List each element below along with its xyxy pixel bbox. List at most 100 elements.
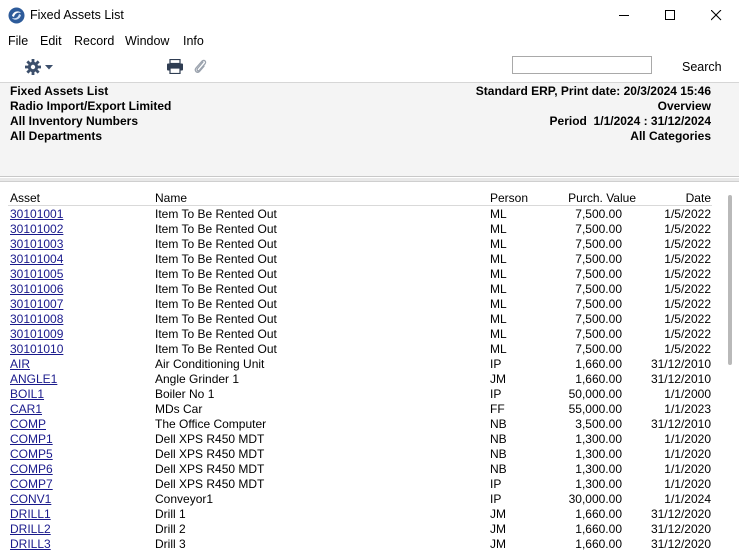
asset-date: 1/5/2022: [664, 312, 711, 326]
asset-person: ML: [490, 312, 507, 326]
asset-date: 1/5/2022: [664, 327, 711, 341]
table-row[interactable]: BOIL1 Boiler No 1 IP 50,000.00 1/1/2000: [0, 387, 739, 402]
asset-purch-value: 30,000.00: [568, 492, 622, 506]
asset-code-link[interactable]: 30101003: [10, 237, 63, 251]
table-row[interactable]: COMP The Office Computer NB 3,500.00 31/12/2…: [0, 417, 739, 432]
menu-edit[interactable]: Edit: [40, 34, 62, 48]
table-row[interactable]: 30101008 Item To Be Rented Out ML 7,500.00 1…: [0, 312, 739, 327]
asset-purch-value: 50,000.00: [568, 387, 622, 401]
report-header: Fixed Assets List Radio Import/Export Li…: [0, 83, 739, 177]
attachment-icon[interactable]: [193, 58, 207, 75]
asset-code-link[interactable]: 30101005: [10, 267, 63, 281]
column-header-person: Person: [490, 191, 529, 205]
asset-name: Dell XPS R450 MDT: [155, 477, 265, 491]
report-title: Fixed Assets List: [10, 84, 109, 98]
asset-code-link[interactable]: DRILL3: [10, 537, 51, 551]
table-row[interactable]: 30101010 Item To Be Rented Out ML 7,500.00 1…: [0, 342, 739, 357]
asset-person: IP: [490, 357, 502, 371]
asset-name: Boiler No 1: [155, 387, 215, 401]
minimize-icon: [618, 15, 629, 16]
search-button[interactable]: Search: [682, 60, 722, 74]
asset-code-link[interactable]: 30101002: [10, 222, 63, 236]
asset-code-link[interactable]: 30101006: [10, 282, 63, 296]
maximize-button[interactable]: [647, 0, 693, 31]
table-row[interactable]: 30101009 Item To Be Rented Out ML 7,500.00 1…: [0, 327, 739, 342]
menu-file[interactable]: File: [8, 34, 28, 48]
table-row[interactable]: 30101002 Item To Be Rented Out ML 7,500.00 1…: [0, 222, 739, 237]
asset-name: Item To Be Rented Out: [155, 252, 277, 266]
asset-person: NB: [490, 432, 507, 446]
asset-date: 1/5/2022: [664, 342, 711, 356]
asset-code-link[interactable]: DRILL1: [10, 507, 51, 521]
asset-code-link[interactable]: 30101009: [10, 327, 63, 341]
asset-code-link[interactable]: CAR1: [10, 402, 42, 416]
asset-code-link[interactable]: ANGLE1: [10, 372, 57, 386]
maximize-icon: [664, 10, 675, 20]
table-row[interactable]: 30101006 Item To Be Rented Out ML 7,500.00 1…: [0, 282, 739, 297]
asset-code-link[interactable]: 30101001: [10, 207, 63, 221]
table-row[interactable]: AIR Air Conditioning Unit IP 1,660.00 31/12/…: [0, 357, 739, 372]
table-row[interactable]: 30101004 Item To Be Rented Out ML 7,500.00 1…: [0, 252, 739, 267]
table-row[interactable]: 30101001 Item To Be Rented Out ML 7,500.00 1…: [0, 207, 739, 222]
table-row[interactable]: 30101005 Item To Be Rented Out ML 7,500.00 1…: [0, 267, 739, 282]
table-row[interactable]: DRILL3 Drill 3 JM 1,660.00 31/12/2020: [0, 537, 739, 552]
asset-purch-value: 3,500.00: [575, 417, 622, 431]
asset-purch-value: 55,000.00: [568, 402, 622, 416]
asset-date: 1/1/2020: [664, 447, 711, 461]
asset-name: Item To Be Rented Out: [155, 297, 277, 311]
print-info: Standard ERP, Print date: 20/3/2024 15:4…: [475, 84, 711, 98]
table-row[interactable]: COMP6 Dell XPS R450 MDT NB 1,300.00 1/1/2020: [0, 462, 739, 477]
inventory-filter: All Inventory Numbers: [10, 114, 139, 128]
operations-menu-button[interactable]: [24, 58, 56, 76]
table-row[interactable]: COMP5 Dell XPS R450 MDT NB 1,300.00 1/1/2020: [0, 447, 739, 462]
asset-person: ML: [490, 207, 507, 221]
table-row[interactable]: 30101003 Item To Be Rented Out ML 7,500.00 1…: [0, 237, 739, 252]
table-row[interactable]: CONV1 Conveyor1 IP 30,000.00 1/1/2024: [0, 492, 739, 507]
asset-purch-value: 1,300.00: [575, 432, 622, 446]
minimize-button[interactable]: [601, 0, 647, 31]
asset-code-link[interactable]: COMP7: [10, 477, 53, 491]
asset-code-link[interactable]: BOIL1: [10, 387, 44, 401]
table-row[interactable]: DRILL2 Drill 2 JM 1,660.00 31/12/2020: [0, 522, 739, 537]
table-row[interactable]: COMP7 Dell XPS R450 MDT IP 1,300.00 1/1/2020: [0, 477, 739, 492]
asset-code-link[interactable]: 30101010: [10, 342, 63, 356]
asset-code-link[interactable]: COMP6: [10, 462, 53, 476]
table-row[interactable]: ANGLE1 Angle Grinder 1 JM 1,660.00 31/12/201…: [0, 372, 739, 387]
asset-code-link[interactable]: CONV1: [10, 492, 51, 506]
vertical-scrollbar[interactable]: [728, 195, 732, 365]
asset-date: 1/5/2022: [664, 207, 711, 221]
table-row[interactable]: CAR1 MDs Car FF 55,000.00 1/1/2023: [0, 402, 739, 417]
report-period: Period 1/1/2024 : 31/12/2024: [549, 114, 711, 128]
menu-record[interactable]: Record: [74, 34, 114, 48]
asset-code-link[interactable]: COMP: [10, 417, 46, 431]
menu-info[interactable]: Info: [183, 34, 204, 48]
asset-person: ML: [490, 252, 507, 266]
asset-date: 1/5/2022: [664, 297, 711, 311]
panel-splitter[interactable]: [0, 178, 739, 182]
asset-code-link[interactable]: DRILL2: [10, 522, 51, 536]
asset-code-link[interactable]: 30101008: [10, 312, 63, 326]
asset-name: Item To Be Rented Out: [155, 327, 277, 341]
menu-window[interactable]: Window: [125, 34, 169, 48]
asset-person: ML: [490, 222, 507, 236]
asset-code-link[interactable]: AIR: [10, 357, 30, 371]
asset-person: JM: [490, 537, 506, 551]
asset-date: 31/12/2010: [650, 372, 711, 386]
asset-code-link[interactable]: COMP1: [10, 432, 53, 446]
search-input[interactable]: [512, 56, 652, 74]
asset-name: Item To Be Rented Out: [155, 237, 277, 251]
asset-person: ML: [490, 237, 507, 251]
asset-date: 1/1/2000: [664, 387, 711, 401]
print-icon[interactable]: [166, 59, 184, 74]
table-row[interactable]: DRILL1 Drill 1 JM 1,660.00 31/12/2020: [0, 507, 739, 522]
asset-purch-value: 7,500.00: [575, 237, 622, 251]
table-row[interactable]: 30101007 Item To Be Rented Out ML 7,500.00 1…: [0, 297, 739, 312]
asset-code-link[interactable]: 30101007: [10, 297, 63, 311]
asset-purch-value: 7,500.00: [575, 327, 622, 341]
asset-purch-value: 1,300.00: [575, 462, 622, 476]
report-mode: Overview: [657, 99, 711, 113]
asset-code-link[interactable]: 30101004: [10, 252, 63, 266]
close-button[interactable]: [693, 0, 739, 31]
table-row[interactable]: COMP1 Dell XPS R450 MDT NB 1,300.00 1/1/2020: [0, 432, 739, 447]
asset-code-link[interactable]: COMP5: [10, 447, 53, 461]
